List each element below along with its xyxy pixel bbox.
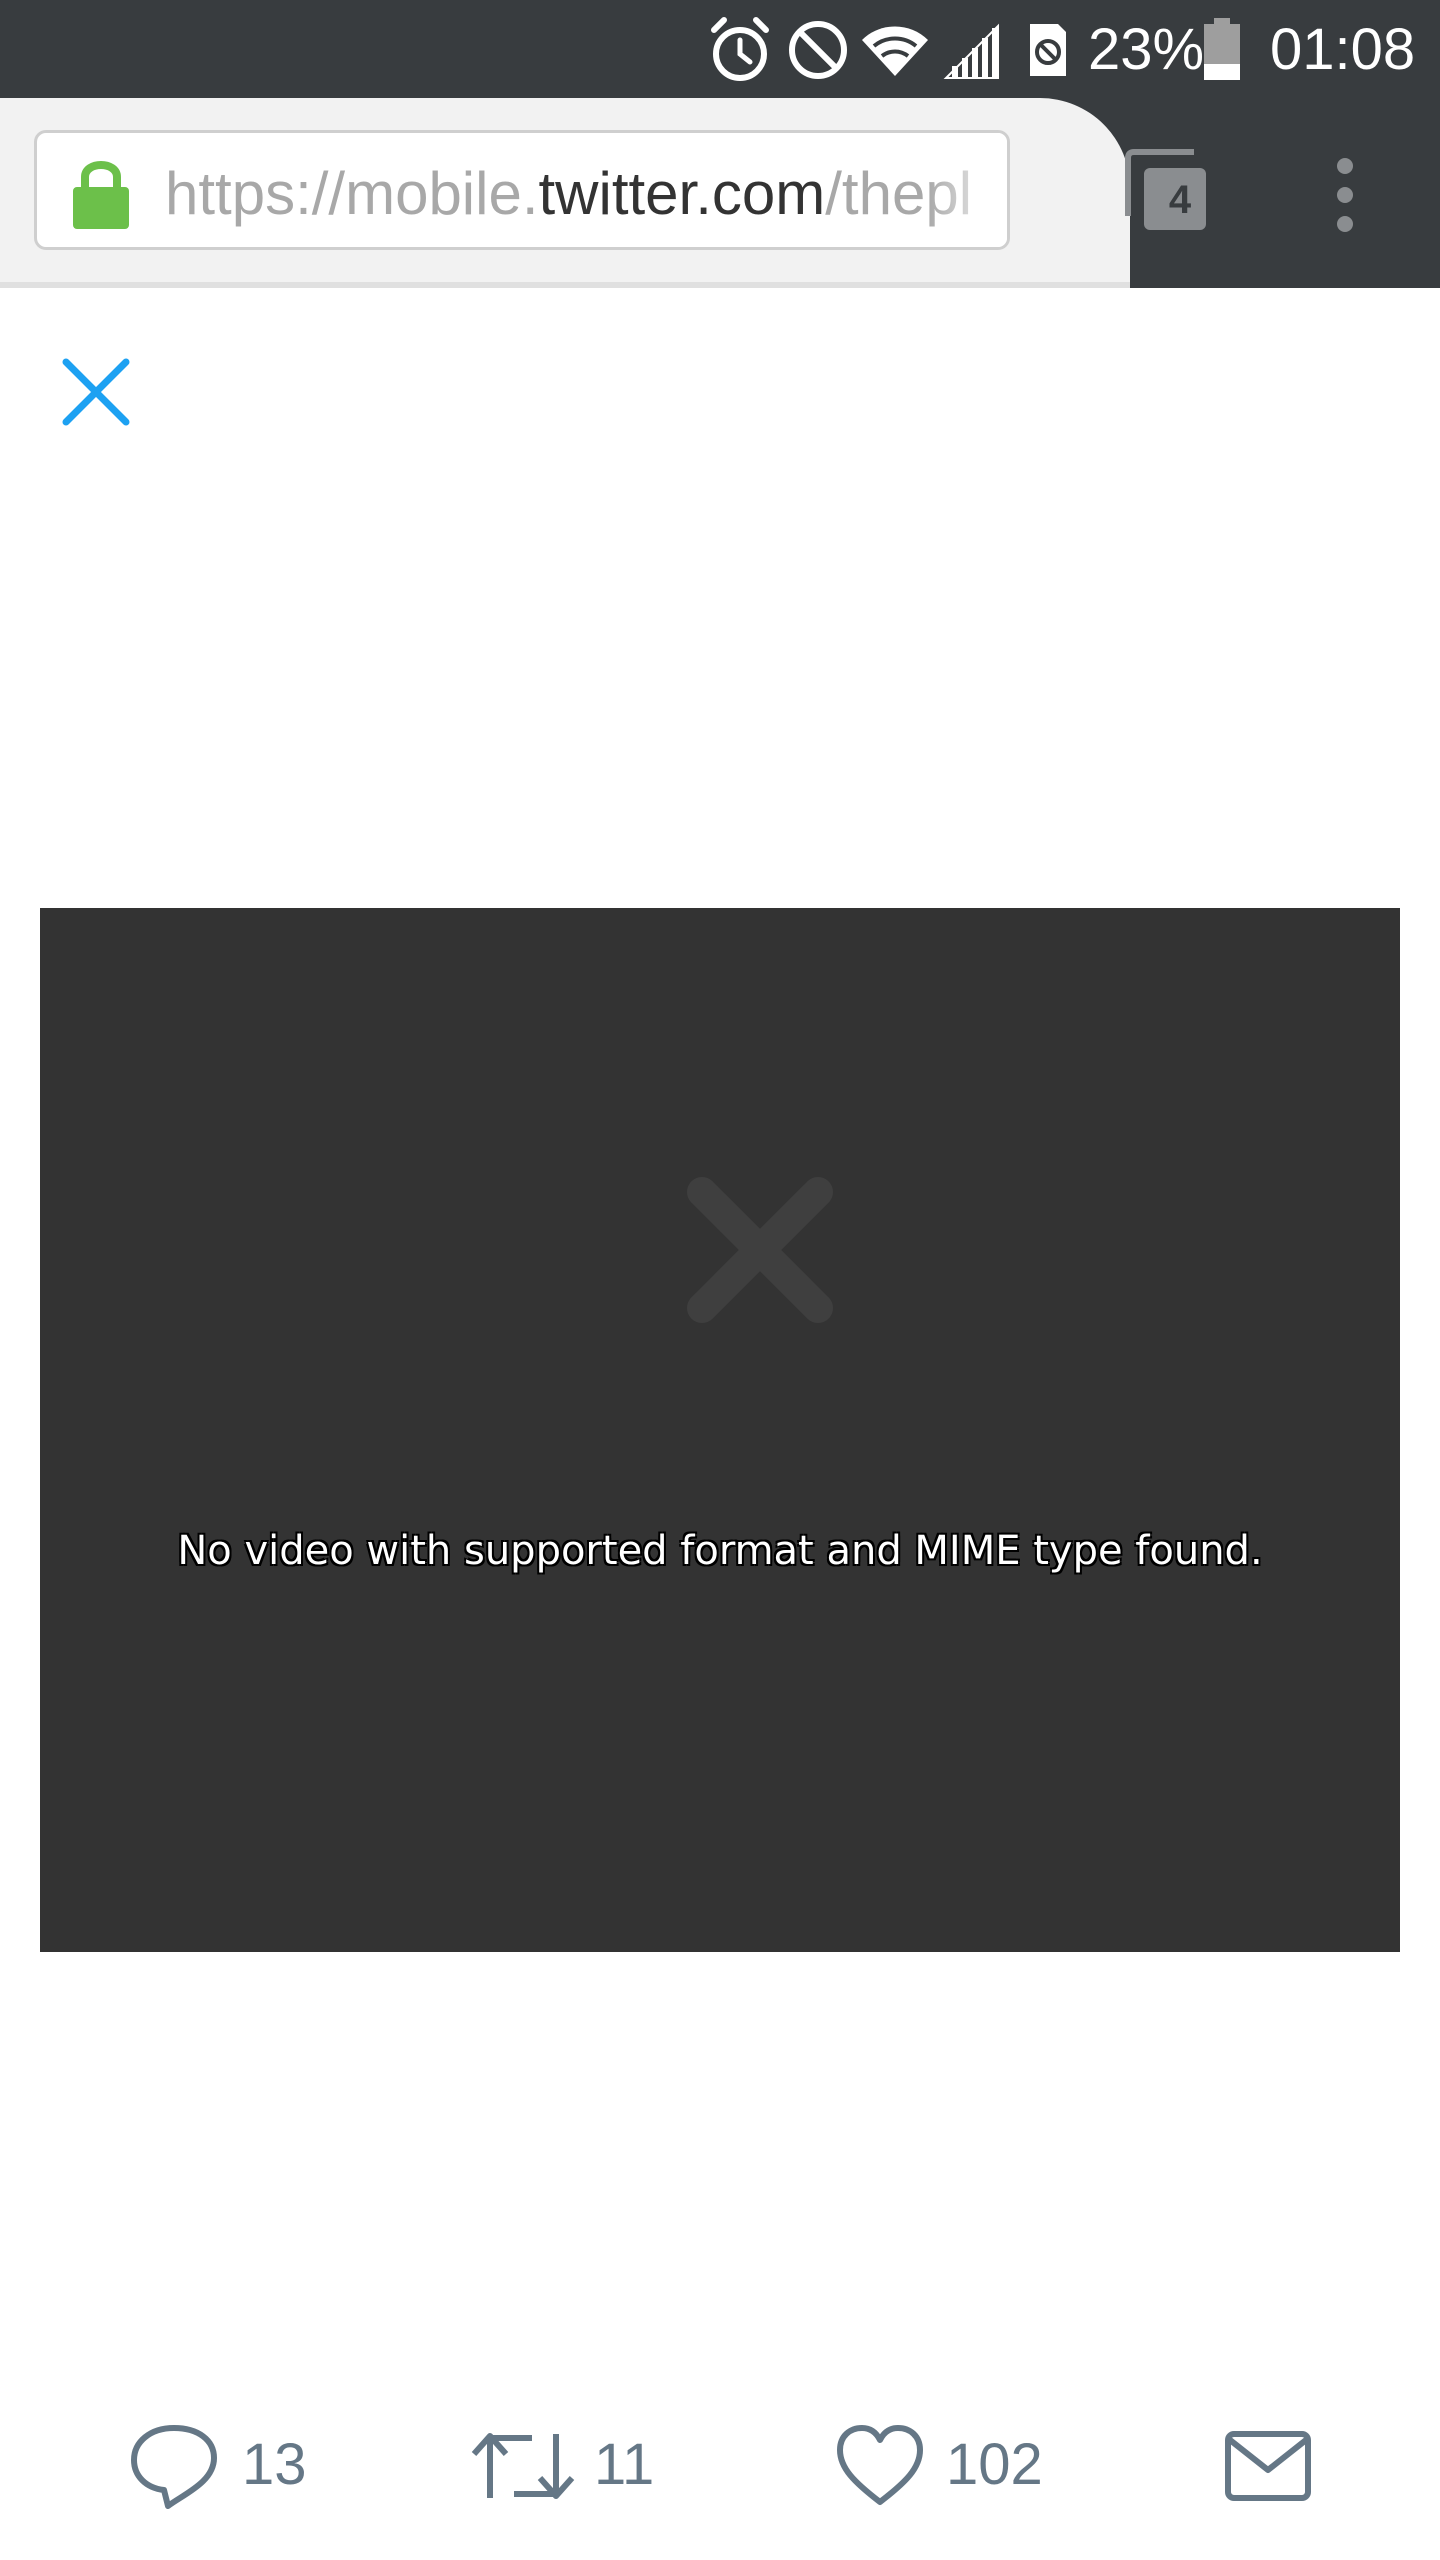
tweet-actions: 13 11 102 [0, 2410, 1440, 2520]
video-error-message: No video with supported format and MIME … [177, 1528, 1263, 1574]
like-count: 102 [946, 2432, 1043, 2497]
url-fade [927, 133, 1007, 247]
heart-icon [837, 2425, 923, 2505]
close-icon[interactable] [56, 352, 136, 432]
url-scheme: https://mobile. [165, 160, 539, 227]
signal-icon [943, 23, 999, 79]
battery-icon [1204, 18, 1240, 80]
status-bar: 23% 01:08 [0, 0, 1440, 98]
retweet-button[interactable]: 11 [468, 2410, 688, 2520]
tab-count: 4 [1168, 178, 1192, 222]
reply-button[interactable]: 13 [124, 2410, 324, 2520]
active-tab-surface: https://mobile.twitter.com/thepl [0, 98, 1130, 288]
url-host: twitter.com [538, 160, 826, 227]
clock: 01:08 [1270, 17, 1416, 82]
retweet-count: 11 [594, 2432, 655, 2497]
video-error-icon [687, 1177, 833, 1323]
alarm-icon [711, 17, 769, 81]
battery-percent: 23% [1088, 17, 1205, 82]
direct-message-button[interactable] [1222, 2410, 1322, 2520]
retweet-icon [471, 2433, 575, 2499]
tabs-button[interactable]: 4 [1118, 144, 1214, 240]
browser-toolbar: https://mobile.twitter.com/thepl 4 [0, 98, 1440, 288]
lock-icon [73, 161, 129, 229]
data-saver-icon [1030, 24, 1066, 76]
reply-icon [131, 2425, 217, 2509]
overflow-menu-icon[interactable] [1318, 150, 1372, 240]
reply-count: 13 [242, 2432, 307, 2497]
wifi-icon [862, 26, 928, 76]
url-bar[interactable]: https://mobile.twitter.com/thepl [34, 130, 1010, 250]
envelope-icon [1225, 2431, 1311, 2501]
like-button[interactable]: 102 [832, 2410, 1072, 2520]
do-not-disturb-icon [789, 21, 847, 79]
url-text: https://mobile.twitter.com/thepl [165, 159, 972, 229]
video-player[interactable]: No video with supported format and MIME … [40, 908, 1400, 1952]
